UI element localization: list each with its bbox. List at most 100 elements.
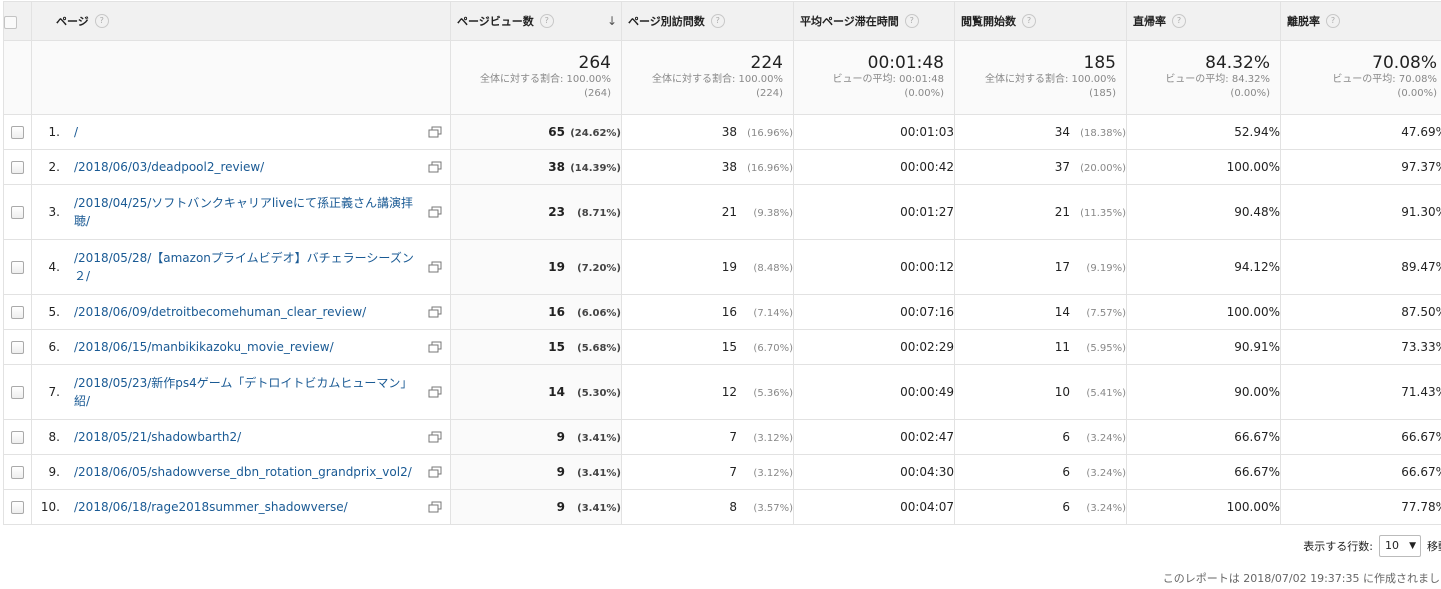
page-link[interactable]: /2018/04/25/ソフトバンクキャリアliveにて孫正義さん講演拝聴/	[74, 194, 418, 230]
page-cell: 1. /	[32, 115, 451, 150]
open-in-new-window-icon[interactable]	[428, 341, 442, 353]
row-checkbox[interactable]	[11, 341, 24, 354]
total-value: 70.08%	[1281, 53, 1437, 73]
help-icon[interactable]: ?	[95, 14, 109, 28]
pageviews-cell: 38(14.39%)	[451, 150, 622, 185]
col-header-page[interactable]: ページ?	[32, 2, 451, 41]
page-cell: 9. /2018/06/05/shadowverse_dbn_rotation_…	[32, 455, 451, 490]
col-label: 直帰率	[1133, 13, 1166, 29]
open-in-new-window-icon[interactable]	[428, 431, 442, 443]
row-checkbox[interactable]	[11, 466, 24, 479]
bounce-value: 94.12%	[1234, 260, 1280, 274]
page-link[interactable]: /2018/06/05/shadowverse_dbn_rotation_gra…	[74, 463, 418, 481]
col-header-entrances[interactable]: 閲覧開始数?	[955, 2, 1127, 41]
pageviews-cell: 23(8.71%)	[451, 185, 622, 240]
open-in-new-window-icon[interactable]	[428, 161, 442, 173]
sort-arrow-icon: ↓	[607, 14, 617, 28]
total-avg-time: 00:01:48ビューの平均: 00:01:48(0.00%)	[794, 41, 955, 115]
total-pageviews: 264全体に対する割合: 100.00%(264)	[451, 41, 622, 115]
exit-cell: 66.67%	[1281, 455, 1441, 490]
open-in-new-window-icon[interactable]	[428, 126, 442, 138]
page-link[interactable]: /2018/06/15/manbikikazoku_movie_review/	[74, 338, 418, 356]
page-link[interactable]: /2018/06/18/rage2018summer_shadowverse/	[74, 498, 418, 516]
avg-time-value: 00:02:29	[900, 340, 954, 354]
row-rank: 7.	[32, 385, 60, 399]
row-rank: 4.	[32, 260, 60, 274]
page-link[interactable]: /2018/05/23/新作ps4ゲーム「デトロイトビカムヒューマン」紹/	[74, 374, 418, 410]
unique-value: 16	[722, 305, 737, 319]
entrances-value: 34	[1055, 125, 1070, 139]
col-header-exit[interactable]: 離脱率?	[1281, 2, 1441, 41]
entrances-value: 6	[1062, 430, 1070, 444]
page-link[interactable]: /2018/05/21/shadowbarth2/	[74, 428, 418, 446]
row-rank: 8.	[32, 430, 60, 444]
help-icon[interactable]: ?	[540, 14, 554, 28]
pageviews-pct: (3.41%)	[565, 433, 621, 444]
row-checkbox[interactable]	[11, 126, 24, 139]
row-checkbox[interactable]	[11, 261, 24, 274]
page-link[interactable]: /2018/06/09/detroitbecomehuman_clear_rev…	[74, 303, 418, 321]
open-in-new-window-icon[interactable]	[428, 386, 442, 398]
page-link[interactable]: /2018/05/28/【amazonプライムビデオ】バチェラーシーズン２/	[74, 249, 418, 285]
unique-cell: 7(3.12%)	[622, 455, 794, 490]
page-link[interactable]: /	[74, 123, 418, 141]
unique-pct: (3.12%)	[737, 433, 793, 444]
total-value: 224	[622, 53, 783, 73]
pageviews-value: 14	[548, 385, 565, 399]
open-in-new-window-icon[interactable]	[428, 466, 442, 478]
row-rank: 3.	[32, 205, 60, 219]
col-header-bounce[interactable]: 直帰率?	[1127, 2, 1281, 41]
bounce-value: 52.94%	[1234, 125, 1280, 139]
table-row: 6. /2018/06/15/manbikikazoku_movie_revie…	[4, 330, 1441, 365]
avg-time-value: 00:04:07	[900, 500, 954, 514]
open-in-new-window-icon[interactable]	[428, 501, 442, 513]
row-checkbox[interactable]	[11, 306, 24, 319]
row-checkbox[interactable]	[11, 206, 24, 219]
help-icon[interactable]: ?	[1172, 14, 1186, 28]
pageviews-pct: (3.41%)	[565, 503, 621, 514]
avg-time-value: 00:07:16	[900, 305, 954, 319]
col-header-pageviews[interactable]: ページビュー数?↓	[451, 2, 622, 41]
rows-per-page-select[interactable]: 10▼	[1379, 535, 1421, 557]
data-table: ページ? ページビュー数?↓ ページ別訪問数? 平均ページ滞在時間? 閲覧開始数…	[3, 1, 1441, 525]
page-cell: 8. /2018/05/21/shadowbarth2/	[32, 420, 451, 455]
help-icon[interactable]: ?	[1022, 14, 1036, 28]
entrances-value: 6	[1062, 465, 1070, 479]
help-icon[interactable]: ?	[711, 14, 725, 28]
bounce-cell: 66.67%	[1127, 455, 1281, 490]
avg-time-value: 00:04:30	[900, 465, 954, 479]
pageviews-value: 38	[548, 160, 565, 174]
page-link[interactable]: /2018/06/03/deadpool2_review/	[74, 158, 418, 176]
exit-cell: 47.69%	[1281, 115, 1441, 150]
pageviews-cell: 65(24.62%)	[451, 115, 622, 150]
select-all-checkbox[interactable]	[4, 16, 17, 29]
entrances-cell: 6(3.24%)	[955, 455, 1127, 490]
open-in-new-window-icon[interactable]	[428, 306, 442, 318]
entrances-value: 21	[1055, 205, 1070, 219]
rows-per-page-control: 表示する行数: 10▼ 移動	[1303, 535, 1441, 557]
unique-cell: 38(16.96%)	[622, 115, 794, 150]
col-header-unique[interactable]: ページ別訪問数?	[622, 2, 794, 41]
exit-value: 66.67%	[1401, 465, 1441, 479]
exit-value: 91.30%	[1401, 205, 1441, 219]
row-checkbox-cell	[4, 330, 32, 365]
row-checkbox-cell	[4, 115, 32, 150]
row-checkbox[interactable]	[11, 386, 24, 399]
unique-value: 21	[722, 205, 737, 219]
row-checkbox[interactable]	[11, 501, 24, 514]
total-sub: 全体に対する割合: 100.00%	[451, 73, 611, 87]
col-header-avg-time[interactable]: 平均ページ滞在時間?	[794, 2, 955, 41]
row-checkbox[interactable]	[11, 431, 24, 444]
row-checkbox[interactable]	[11, 161, 24, 174]
page-cell: 3. /2018/04/25/ソフトバンクキャリアliveにて孫正義さん講演拝聴…	[32, 185, 451, 240]
pageviews-pct: (8.71%)	[565, 208, 621, 219]
unique-value: 15	[722, 340, 737, 354]
avg-time-value: 00:00:49	[900, 385, 954, 399]
help-icon[interactable]: ?	[905, 14, 919, 28]
unique-pct: (16.96%)	[737, 163, 793, 174]
pageviews-value: 65	[548, 125, 565, 139]
open-in-new-window-icon[interactable]	[428, 206, 442, 218]
open-in-new-window-icon[interactable]	[428, 261, 442, 273]
exit-value: 47.69%	[1401, 125, 1441, 139]
help-icon[interactable]: ?	[1326, 14, 1340, 28]
